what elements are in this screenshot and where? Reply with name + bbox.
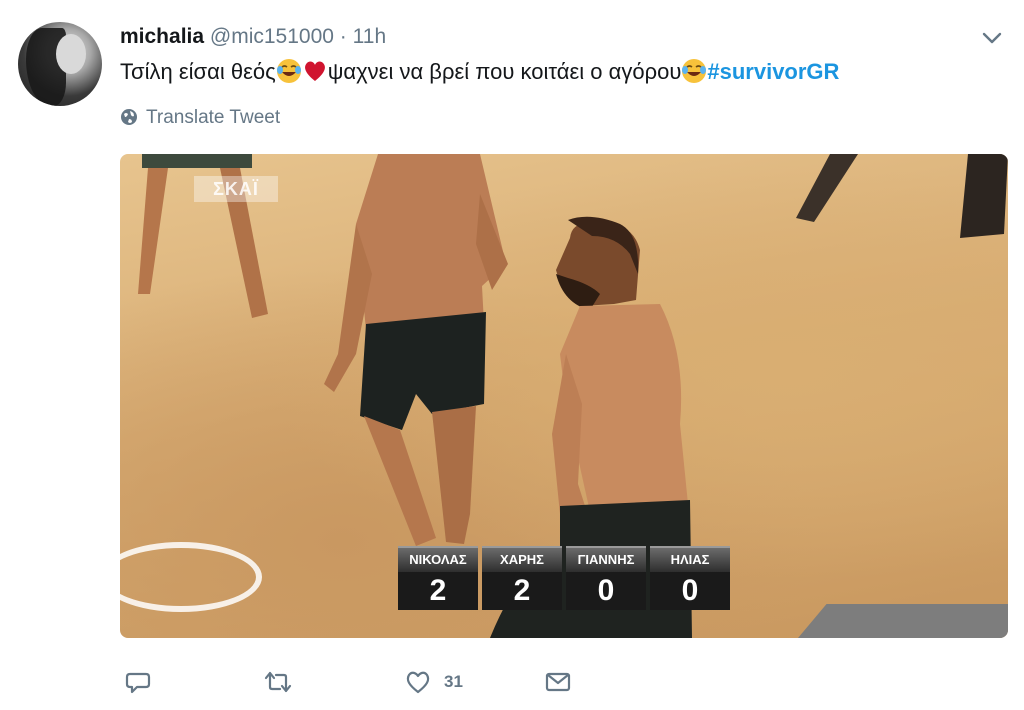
left-player-leg (138, 168, 168, 294)
tweet-text-part2: ψαχνει να βρεί που κοιτάει ο αγόρου (327, 59, 682, 84)
tweet-time[interactable]: 11h (353, 25, 386, 48)
middle-player-leg (432, 406, 476, 544)
tweet: michalia @mic151000 · 11h Τσίλη είσαι θε… (0, 0, 1024, 710)
scoreboard-player: ΝΙΚΟΛΑΣ 2 (398, 546, 478, 610)
right-player-leg (796, 154, 858, 222)
player-score: 0 (650, 572, 730, 610)
translate-label: Translate Tweet (146, 107, 281, 128)
player-name: ΝΙΚΟΛΑΣ (398, 546, 478, 572)
scoreboard-player: ΧΑΡΗΣ 2 (482, 546, 562, 610)
retweet-icon (264, 671, 292, 693)
like-icon (406, 671, 430, 694)
player-name: ΗΛΙΑΣ (650, 546, 730, 572)
header-separator: · (339, 25, 347, 48)
avatar-face-shape (56, 34, 86, 74)
like-button[interactable]: 31 (404, 668, 463, 696)
scoreboard: ΝΙΚΟΛΑΣ 2 ΧΑΡΗΣ 2 ΓΙΑΝΝΗΣ 0 ΗΛΙΑΣ 0 (398, 546, 730, 610)
channel-logo: ΣΚΑΪ (194, 176, 278, 202)
player-name: ΓΙΑΝΝΗΣ (566, 546, 646, 572)
face-with-tears-of-joy-icon (276, 59, 301, 83)
direct-message-button[interactable] (544, 668, 572, 696)
caret-down-icon[interactable] (980, 28, 1004, 48)
reply-button[interactable] (124, 668, 152, 696)
left-player-shorts (142, 154, 252, 168)
user-handle[interactable]: @mic151000 (210, 25, 334, 48)
scoreboard-player: ΓΙΑΝΝΗΣ 0 (566, 546, 646, 610)
right-player-leg (960, 154, 1008, 238)
hashtag-link[interactable]: #survivorGR (707, 59, 839, 84)
reply-icon (125, 672, 151, 694)
player-score: 0 (566, 572, 646, 610)
scoreboard-player: ΗΛΙΑΣ 0 (650, 546, 730, 610)
tweet-text: Τσίλη είσαι θεός ψαχνει να βρεί που κοιτ… (120, 58, 839, 86)
player-name: ΧΑΡΗΣ (482, 546, 562, 572)
middle-player-leg (364, 416, 436, 546)
retweet-button[interactable] (262, 668, 294, 696)
like-count: 31 (444, 672, 463, 691)
avatar[interactable] (18, 22, 102, 106)
face-with-tears-of-joy-icon (682, 59, 707, 83)
tweet-text-part1: Τσίλη είσαι θεός (120, 59, 276, 84)
player-score: 2 (482, 572, 562, 610)
tweet-header: michalia @mic151000 · 11h (120, 24, 386, 50)
direct-message-icon (545, 672, 571, 692)
display-name[interactable]: michalia (120, 25, 204, 48)
globe-icon (121, 109, 137, 125)
media-video-frame[interactable]: ΣΚΑΪ ΝΙΚΟΛΑΣ 2 ΧΑΡΗΣ 2 ΓΙΑΝΝΗΣ 0 ΗΛΙΑΣ 0 (120, 154, 1008, 638)
red-heart-icon (304, 61, 325, 81)
tweet-actions: 31 (124, 668, 724, 696)
grey-slab (798, 604, 1008, 638)
player-score: 2 (398, 572, 478, 610)
translate-tweet-link[interactable]: Translate Tweet (120, 106, 280, 130)
